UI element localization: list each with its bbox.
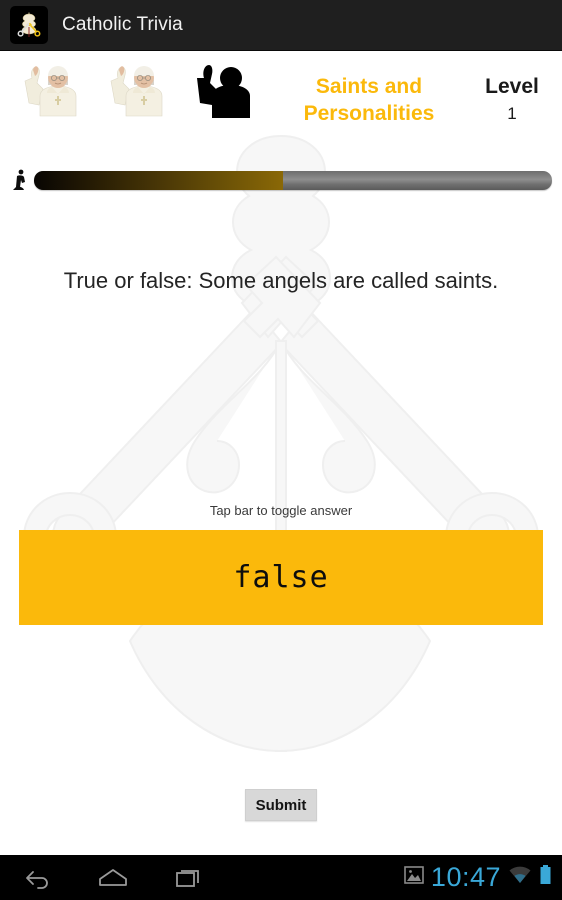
wifi-icon: [508, 865, 532, 890]
level-indicator: Level 1: [462, 58, 562, 127]
question-text: True or false: Some angels are called sa…: [63, 268, 499, 293]
image-icon[interactable]: [404, 865, 424, 890]
status-icons: 10:47: [404, 864, 562, 891]
app-title: Catholic Trivia: [62, 14, 183, 35]
back-arrow-icon[interactable]: [0, 855, 75, 900]
app-bar: Catholic Trivia: [0, 0, 562, 51]
papal-tiara-keys-icon: [10, 6, 48, 44]
life-icon-3-lost: [186, 58, 268, 124]
status-clock: 10:47: [430, 862, 501, 892]
progress-row: [0, 162, 562, 198]
answer-toggle-bar[interactable]: false: [19, 530, 543, 625]
level-value: 1: [507, 104, 517, 123]
life-icon-2: [100, 58, 182, 124]
progress-bar-fill: [34, 170, 283, 190]
life-icon-1: [14, 58, 96, 124]
level-label: Level: [485, 75, 539, 98]
battery-full-icon: [539, 864, 552, 891]
lives-indicator: [0, 58, 276, 124]
answer-value: false: [233, 560, 329, 595]
category-title: Saints and Personalities: [303, 75, 435, 125]
recent-apps-icon[interactable]: [150, 855, 225, 900]
progress-bar: [34, 170, 552, 190]
home-icon[interactable]: [75, 855, 150, 900]
runner-marker-icon: [9, 167, 31, 193]
quiz-header: Saints and Personalities Level 1: [0, 58, 562, 140]
submit-button[interactable]: Submit: [245, 789, 317, 821]
toggle-hint-label: Tap bar to toggle answer: [209, 503, 353, 518]
system-navigation-bar: 10:47: [0, 855, 562, 900]
